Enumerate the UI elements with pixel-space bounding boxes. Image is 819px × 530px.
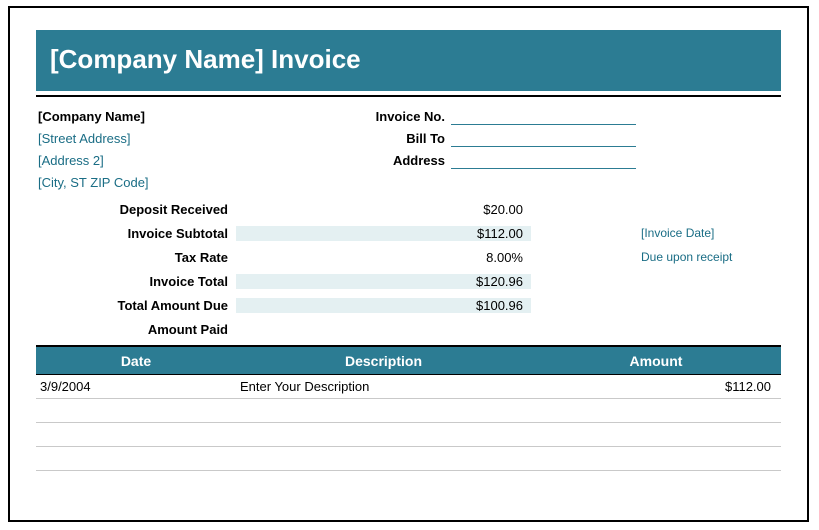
deposit-received-label: Deposit Received: [36, 202, 236, 217]
invoice-total-label: Invoice Total: [36, 274, 236, 289]
company-address2: [Address 2]: [36, 153, 331, 168]
invoice-subtotal-label: Invoice Subtotal: [36, 226, 236, 241]
table-row-empty[interactable]: [36, 399, 781, 423]
invoice-no-label: Invoice No.: [331, 109, 451, 124]
table-row[interactable]: 3/9/2004 Enter Your Description $112.00: [36, 375, 781, 399]
total-amount-due-label: Total Amount Due: [36, 298, 236, 313]
address-field[interactable]: [451, 151, 636, 169]
invoice-no-field[interactable]: [451, 107, 636, 125]
invoice-page: [Company Name] Invoice [Company Name] In…: [8, 6, 809, 522]
deposit-received-value: $20.00: [236, 202, 531, 217]
company-city-zip: [City, ST ZIP Code]: [36, 175, 331, 190]
due-text-side: Due upon receipt: [531, 250, 781, 264]
invoice-date-side: [Invoice Date]: [531, 226, 781, 240]
cell-amount[interactable]: $112.00: [531, 379, 781, 394]
table-row-empty[interactable]: [36, 423, 781, 447]
address-label: Address: [331, 153, 451, 168]
table-row-empty[interactable]: [36, 447, 781, 471]
line-items-table: Date Description Amount 3/9/2004 Enter Y…: [36, 345, 781, 471]
invoice-title: [Company Name] Invoice: [50, 44, 361, 74]
summary-block: Deposit Received $20.00 Invoice Subtotal…: [36, 197, 781, 341]
cell-description[interactable]: Enter Your Description: [236, 379, 531, 394]
header-rule: [36, 95, 781, 97]
col-header-amount: Amount: [531, 353, 781, 369]
cell-date[interactable]: 3/9/2004: [36, 379, 236, 394]
col-header-date: Date: [36, 353, 236, 369]
header-info: [Company Name] Invoice No. [Street Addre…: [36, 105, 781, 193]
company-name: [Company Name]: [36, 109, 331, 124]
invoice-title-bar: [Company Name] Invoice: [36, 30, 781, 91]
tax-rate-value: 8.00%: [236, 250, 531, 265]
table-header-row: Date Description Amount: [36, 347, 781, 375]
amount-paid-label: Amount Paid: [36, 322, 236, 337]
bill-to-field[interactable]: [451, 129, 636, 147]
bill-to-label: Bill To: [331, 131, 451, 146]
invoice-content: [Company Name] Invoice [Company Name] In…: [10, 8, 807, 471]
total-amount-due-value: $100.96: [236, 298, 531, 313]
invoice-subtotal-value: $112.00: [236, 226, 531, 241]
tax-rate-label: Tax Rate: [36, 250, 236, 265]
invoice-total-value: $120.96: [236, 274, 531, 289]
col-header-description: Description: [236, 353, 531, 369]
company-street: [Street Address]: [36, 131, 331, 146]
